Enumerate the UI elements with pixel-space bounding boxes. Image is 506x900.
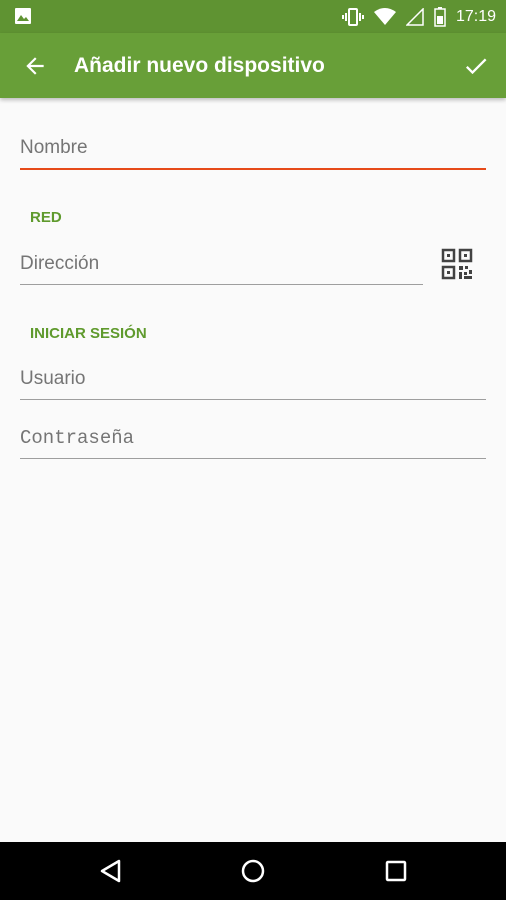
name-field[interactable] (20, 128, 486, 170)
page-title: Añadir nuevo dispositivo (74, 54, 325, 77)
network-section-header: RED (30, 209, 62, 226)
recents-square-icon[interactable] (382, 857, 410, 885)
app-bar: Añadir nuevo dispositivo (0, 33, 506, 98)
qr-code-icon[interactable] (441, 248, 473, 280)
back-triangle-icon[interactable] (97, 857, 125, 885)
status-bar: 17:19 (0, 0, 506, 33)
vibrate-icon (341, 7, 364, 26)
image-icon (15, 8, 31, 24)
arrow-back-icon[interactable] (22, 53, 48, 79)
battery-icon (434, 6, 446, 27)
navigation-bar (0, 842, 506, 900)
address-field[interactable] (20, 244, 423, 285)
clock-time: 17:19 (455, 7, 496, 25)
home-circle-icon[interactable] (239, 857, 267, 885)
login-section-header: INICIAR SESIÓN (30, 325, 147, 342)
password-field[interactable] (20, 418, 486, 459)
signal-icon (405, 7, 424, 26)
check-icon[interactable] (462, 52, 490, 80)
username-field[interactable] (20, 359, 486, 400)
wifi-icon (373, 7, 396, 25)
